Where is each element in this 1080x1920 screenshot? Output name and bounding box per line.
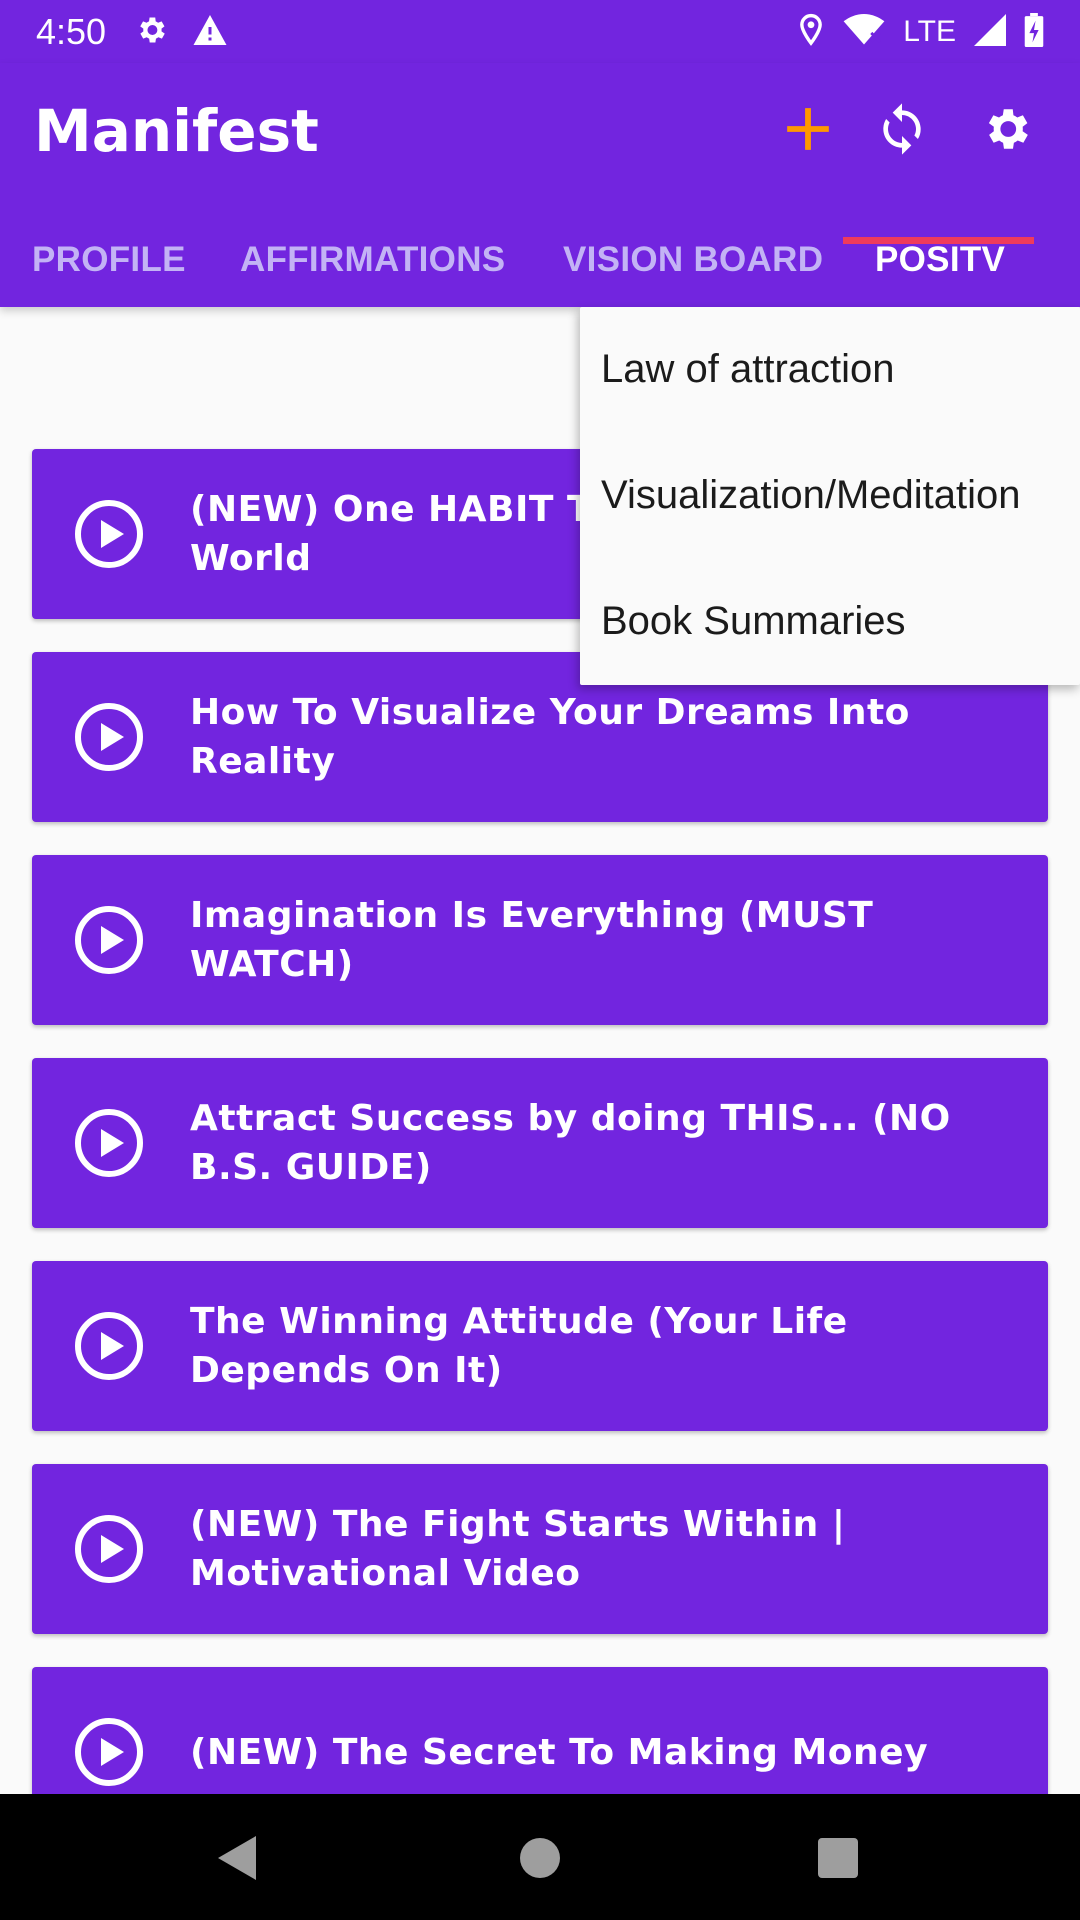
play-circle-icon: [75, 1109, 143, 1177]
video-title: The Winning Attitude (Your Life Depends …: [190, 1301, 848, 1391]
sync-icon: [883, 103, 921, 155]
video-title: (NEW) The Secret To Making Money: [190, 1731, 929, 1773]
tab-profile[interactable]: PROFILE: [32, 213, 186, 307]
screen: 4:50 LTE Manifest PROFILE AFFIRMATIONS V…: [0, 0, 1080, 1920]
menu-item-book-summaries[interactable]: Book Summaries: [601, 599, 906, 644]
status-time: 4:50: [36, 10, 107, 52]
tab-bar: PROFILE AFFIRMATIONS VISION BOARD POSITV: [0, 213, 1080, 307]
play-circle-icon: [75, 1515, 143, 1583]
warning-icon: [192, 13, 228, 51]
menu-item-visualization-meditation[interactable]: Visualization/Meditation: [601, 473, 1021, 518]
gear-icon: [134, 13, 168, 51]
signal-icon: [974, 13, 1006, 50]
tab-positv[interactable]: POSITV: [875, 213, 1005, 307]
system-nav-bar: [0, 1794, 1080, 1920]
battery-icon: [1024, 12, 1044, 51]
back-icon: [218, 1836, 256, 1880]
video-card[interactable]: Imagination Is Everything (MUST WATCH): [32, 855, 1048, 1025]
play-circle-icon: [75, 1312, 143, 1380]
category-dropdown-menu: Law of attraction Visualization/Meditati…: [580, 307, 1080, 685]
add-icon: [787, 108, 829, 150]
video-card[interactable]: Attract Success by doing THIS... (NO B.S…: [32, 1058, 1048, 1228]
video-title: Imagination Is Everything (MUST WATCH): [190, 895, 874, 985]
back-button[interactable]: [210, 1830, 266, 1886]
video-card[interactable]: The Winning Attitude (Your Life Depends …: [32, 1261, 1048, 1431]
app-title: Manifest: [34, 97, 319, 165]
tab-indicator: [843, 237, 1034, 244]
recents-button[interactable]: [810, 1830, 866, 1886]
wifi-icon: [843, 13, 885, 50]
network-type: LTE: [903, 14, 956, 48]
video-card[interactable]: (NEW) The Secret To Making Money: [32, 1667, 1048, 1794]
play-circle-icon: [75, 1718, 143, 1786]
recents-icon: [818, 1838, 858, 1878]
play-circle-icon: [75, 906, 143, 974]
play-circle-icon: [75, 500, 143, 568]
video-title: Attract Success by doing THIS... (NO B.S…: [190, 1098, 951, 1188]
video-title: (NEW) The Fight Starts Within | Motivati…: [190, 1504, 846, 1594]
menu-item-law-of-attraction[interactable]: Law of attraction: [601, 347, 895, 392]
location-icon: [797, 13, 825, 51]
tab-vision-board[interactable]: VISION BOARD: [563, 213, 823, 307]
settings-button[interactable]: [966, 89, 1046, 169]
app-bar: Manifest PROFILE AFFIRMATIONS VISION BOA…: [0, 63, 1080, 307]
video-title: How To Visualize Your Dreams Into Realit…: [190, 692, 910, 782]
home-icon: [520, 1838, 560, 1878]
add-button[interactable]: [768, 89, 848, 169]
video-card[interactable]: (NEW) The Fight Starts Within | Motivati…: [32, 1464, 1048, 1634]
play-circle-icon: [75, 703, 143, 771]
home-button[interactable]: [512, 1830, 568, 1886]
status-bar: 4:50 LTE: [0, 0, 1080, 63]
sync-button[interactable]: [862, 89, 942, 169]
settings-icon: [988, 109, 1028, 149]
tab-affirmations[interactable]: AFFIRMATIONS: [240, 213, 505, 307]
